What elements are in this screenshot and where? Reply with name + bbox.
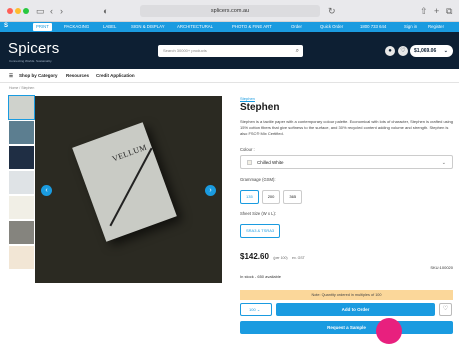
- forward-icon[interactable]: ›: [60, 5, 63, 17]
- product-thumbnail[interactable]: [8, 95, 35, 120]
- browser-toolbar: ▭ ‹ › ◐ splicers.com.au ↻ ⇧ + ⧉: [0, 0, 459, 22]
- register-link[interactable]: Register: [428, 24, 444, 30]
- close-window-button[interactable]: [7, 8, 13, 14]
- touch-cursor-indicator: [376, 318, 402, 344]
- search-input[interactable]: Search 30000+ products ⌕: [158, 45, 303, 57]
- product-thumbnail[interactable]: [9, 146, 34, 169]
- product-description: Stephen is a tactile paper with a contem…: [240, 119, 454, 136]
- product-thumbnail[interactable]: [9, 196, 34, 219]
- category-nav: ☰ Shop by Category Resources Credit Appl…: [0, 69, 459, 83]
- sheet-size-label: Sheet Size (W x L):: [240, 211, 277, 216]
- sidebar-icon[interactable]: ▭: [36, 5, 45, 17]
- colour-swatch: [247, 160, 252, 165]
- sheet-size-options: SRA3 & TSRA3: [240, 219, 453, 238]
- stepper-chevron-icon: ⌄: [256, 307, 261, 312]
- add-to-order-button[interactable]: Add to Order: [276, 303, 435, 316]
- site-tagline: Connecting Worlds. Sustainably.: [9, 59, 53, 63]
- product-thumbnail[interactable]: [9, 221, 34, 244]
- request-sample-button[interactable]: Request a Sample: [240, 321, 453, 334]
- reload-icon[interactable]: ↻: [328, 5, 336, 17]
- spicers-mini-logo-icon[interactable]: S: [4, 23, 8, 29]
- address-bar[interactable]: splicers.com.au: [140, 5, 320, 17]
- grammage-option[interactable]: 200: [261, 190, 281, 204]
- price-tax-note: ex. GST: [292, 256, 305, 260]
- quantity-value: 100: [249, 307, 256, 312]
- tab-print[interactable]: PRINT: [33, 23, 52, 31]
- tab-photo-fine-art[interactable]: PHOTO & FINE ART: [232, 24, 272, 30]
- cart-total: $1,069.06: [414, 48, 437, 54]
- tab-sign-display[interactable]: SIGN & DISPLAY: [131, 24, 165, 30]
- thumbnail-list: [8, 95, 35, 271]
- grammage-options: 135 200 365: [240, 185, 453, 204]
- shop-by-category-link[interactable]: Shop by Category: [19, 69, 58, 83]
- grammage-option[interactable]: 365: [283, 190, 303, 204]
- favourites-icon[interactable]: ♡: [398, 46, 408, 56]
- next-image-button[interactable]: ›: [205, 185, 216, 196]
- search-placeholder: Search 30000+ products: [163, 48, 207, 53]
- url-text: splicers.com.au: [210, 8, 250, 14]
- chevron-down-icon: ⌄: [441, 160, 446, 166]
- tabs-overview-icon[interactable]: ⧉: [446, 5, 452, 17]
- sheet-size-option[interactable]: SRA3 & TSRA3: [240, 224, 281, 238]
- product-image[interactable]: VELLUM ‹ ›: [35, 96, 222, 283]
- menu-icon[interactable]: ☰: [9, 69, 13, 83]
- product-price: $142.60: [240, 252, 269, 261]
- product-thumbnail[interactable]: [9, 121, 34, 144]
- price-unit: (per 100): [273, 256, 288, 260]
- tab-architectural[interactable]: ARCHITECTURAL: [177, 24, 213, 30]
- product-title: Stephen: [240, 102, 280, 113]
- cart-chevron-icon: ⌄: [443, 48, 448, 54]
- search-icon[interactable]: ⌕: [296, 45, 299, 57]
- site-logo[interactable]: Spicers: [8, 40, 59, 57]
- resources-link[interactable]: Resources: [66, 69, 89, 83]
- stock-row: In stock - 650 available SKU:100020: [240, 265, 453, 279]
- quantity-note: Note: Quantity ordered in multiples of 1…: [240, 290, 453, 300]
- sign-in-link[interactable]: Sign in: [404, 24, 417, 30]
- credit-application-link[interactable]: Credit Application: [96, 69, 135, 83]
- product-thumbnail[interactable]: [9, 246, 34, 269]
- colour-label: Colour :: [240, 147, 255, 152]
- grammage-option[interactable]: 135: [240, 190, 259, 204]
- product-details: Stephen Stephen Stephen is a tactile pap…: [240, 96, 454, 279]
- shield-icon[interactable]: ◐: [103, 5, 108, 17]
- phone-link[interactable]: 1800 733 644: [360, 24, 386, 30]
- account-icon[interactable]: ●: [385, 46, 395, 56]
- quick-order-link[interactable]: Quick Order: [320, 24, 343, 30]
- maximize-window-button[interactable]: [23, 8, 29, 14]
- order-panel: Note: Quantity ordered in multiples of 1…: [240, 290, 453, 334]
- stock-status: In stock - 650 available: [240, 274, 281, 279]
- grammage-label: Grammage (GSM):: [240, 177, 276, 182]
- back-icon[interactable]: ‹: [50, 5, 53, 17]
- colour-value: Chilled White: [257, 160, 284, 165]
- breadcrumb[interactable]: Home / Stephen: [9, 86, 34, 90]
- book-cover: VELLUM: [72, 122, 177, 242]
- top-nav: S PRINT PACKAGING LABEL SIGN & DISPLAY A…: [0, 22, 459, 32]
- tab-packaging[interactable]: PACKAGING: [64, 24, 89, 30]
- product-sku: SKU:100020: [430, 265, 453, 270]
- sample-row: Request a Sample: [240, 321, 453, 334]
- site-header: Spicers Connecting Worlds. Sustainably. …: [0, 32, 459, 69]
- cart-button[interactable]: $1,069.06 ⌄: [410, 45, 453, 57]
- minimize-window-button[interactable]: [15, 8, 21, 14]
- brand-link[interactable]: Stephen: [240, 96, 453, 101]
- share-icon[interactable]: ⇧: [420, 5, 428, 17]
- price-row: $142.60 (per 100) ex. GST: [240, 246, 453, 264]
- prev-image-button[interactable]: ‹: [41, 185, 52, 196]
- product-thumbnail[interactable]: [9, 171, 34, 194]
- order-row: 100 ⌄ Add to Order ♡: [240, 303, 453, 319]
- wishlist-heart-icon[interactable]: ♡: [439, 303, 452, 316]
- quantity-stepper[interactable]: 100 ⌄: [240, 303, 272, 316]
- tab-label[interactable]: LABEL: [103, 24, 116, 30]
- order-link[interactable]: Order: [291, 24, 302, 30]
- new-tab-icon[interactable]: +: [434, 5, 439, 17]
- colour-select[interactable]: Chilled White ⌄: [240, 155, 453, 169]
